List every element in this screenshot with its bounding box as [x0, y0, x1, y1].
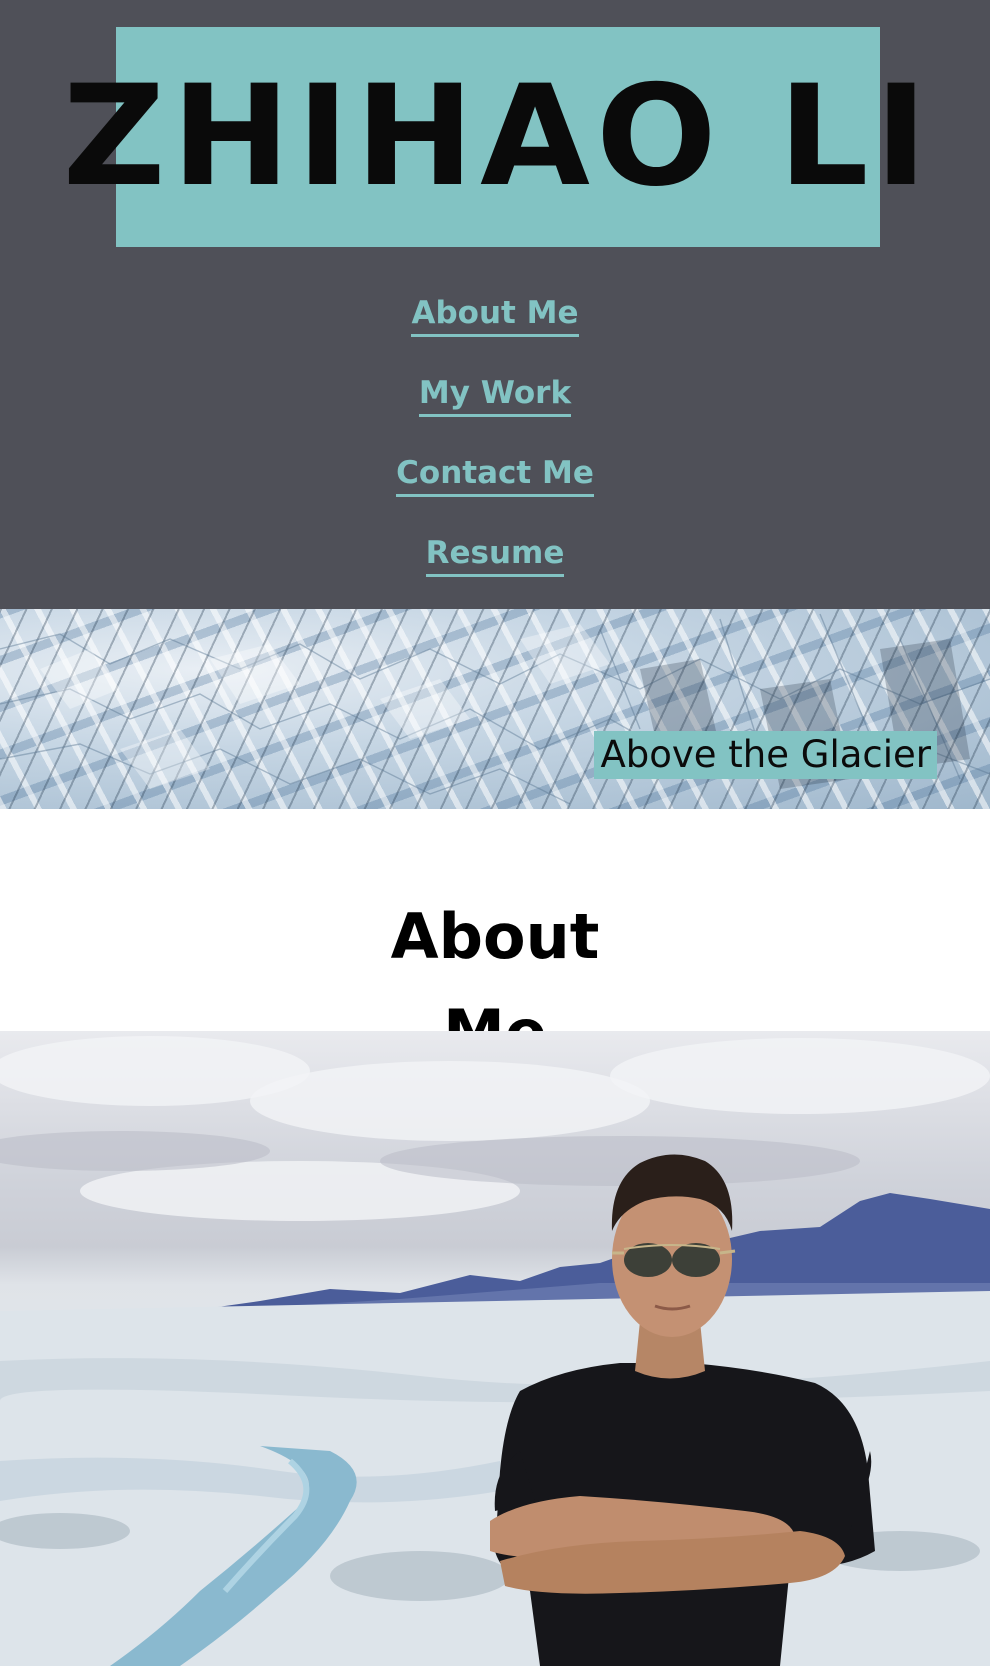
banner-caption: Above the Glacier	[594, 731, 937, 779]
nav-link-resume[interactable]: Resume	[425, 534, 565, 577]
nav-link-my-work[interactable]: My Work	[418, 374, 572, 417]
site-header: ZHIHAO LI About Me My Work Contact Me Re…	[0, 0, 990, 609]
glacier-banner-image: Above the Glacier	[0, 609, 990, 809]
nav-link-about-me[interactable]: About Me	[411, 294, 579, 337]
glacier-texture	[0, 613, 990, 805]
site-logo-text: ZHIHAO LI	[62, 55, 934, 218]
nav-link-contact-me[interactable]: Contact Me	[396, 454, 594, 497]
about-heading-line1: About	[390, 899, 600, 973]
profile-photo-illustration	[0, 1036, 990, 1666]
site-logo[interactable]: ZHIHAO LI	[63, 27, 927, 247]
main-nav: About Me My Work Contact Me Resume	[0, 294, 990, 614]
profile-photo	[0, 1031, 990, 1666]
